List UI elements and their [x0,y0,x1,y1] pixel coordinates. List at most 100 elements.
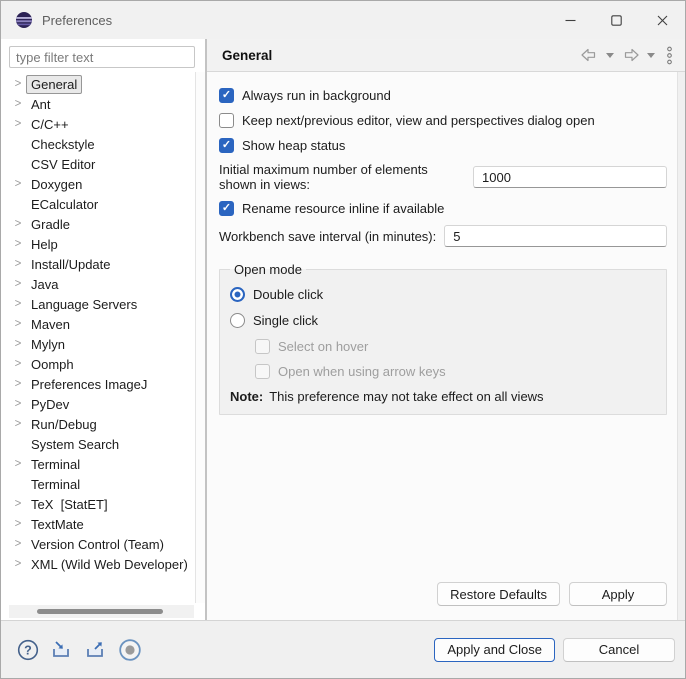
view-menu-icon[interactable] [666,46,673,65]
tree-item-label: Oomph [26,355,79,374]
sidebar-vertical-scrollbar[interactable] [195,72,205,603]
restore-defaults-button[interactable]: Restore Defaults [437,582,560,606]
tree-expander-icon[interactable]: > [10,114,26,134]
save-interval-row: Workbench save interval (in minutes): [219,225,667,247]
content-vertical-scrollbar[interactable] [677,72,685,620]
checkbox-icon [219,88,234,103]
checkbox-show-heap-status[interactable]: Show heap status [219,135,667,155]
radio-double-click[interactable]: Double click [230,284,654,304]
tree-item-maven[interactable]: > Maven [1,314,195,334]
tree-item-terminal[interactable]: Terminal [1,474,195,494]
tree-item-ant[interactable]: > Ant [1,94,195,114]
tree-item-xml-wild-web-developer[interactable]: > XML (Wild Web Developer) [1,554,195,574]
tree-item-help[interactable]: > Help [1,234,195,254]
tree-item-system-search[interactable]: System Search [1,434,195,454]
tree-item-label: Maven [26,315,75,334]
tree-expander-icon[interactable]: > [10,354,26,374]
tree-expander-icon[interactable]: > [10,234,26,254]
tree-expander-icon[interactable]: > [10,294,26,314]
tree-item-java[interactable]: > Java [1,274,195,294]
tree-item-label: TeX [StatET] [26,495,113,514]
tree-expander-icon[interactable]: > [10,274,26,294]
tree-expander-icon[interactable]: > [10,314,26,334]
checkbox-open-arrow-keys: Open when using arrow keys [255,361,654,381]
tree-expander-icon[interactable]: > [10,94,26,114]
cancel-button[interactable]: Cancel [563,638,675,662]
tree-item-oomph[interactable]: > Oomph [1,354,195,374]
tree-item-label: Terminal [26,455,85,474]
tree-expander-icon[interactable]: > [10,494,26,514]
checkbox-icon [219,138,234,153]
tree-item-preferences-imagej[interactable]: > Preferences ImageJ [1,374,195,394]
forward-dropdown-icon[interactable] [647,53,655,58]
checkbox-icon [255,339,270,354]
save-interval-input[interactable] [444,225,667,247]
max-elements-input[interactable] [473,166,667,188]
forward-icon[interactable] [621,48,640,62]
tree-item-ecalculator[interactable]: ECalculator [1,194,195,214]
back-dropdown-icon[interactable] [606,53,614,58]
radio-single-click[interactable]: Single click [230,310,654,330]
checkbox-label: Keep next/previous editor, view and pers… [242,113,595,128]
open-mode-group-title: Open mode [230,262,306,277]
tree-item-checkstyle[interactable]: Checkstyle [1,134,195,154]
sidebar-horizontal-scrollbar[interactable] [9,605,194,618]
tree-item-run-debug[interactable]: > Run/Debug [1,414,195,434]
tree-expander-icon[interactable]: > [10,554,26,574]
tree-item-language-servers[interactable]: > Language Servers [1,294,195,314]
tree-item-label: Install/Update [26,255,116,274]
checkbox-keep-editor-dialog-open[interactable]: Keep next/previous editor, view and pers… [219,110,667,130]
tree-item-label: Help [26,235,63,254]
eclipse-logo-icon [15,11,33,29]
tree-item-pydev[interactable]: > PyDev [1,394,195,414]
tree-item-label: Terminal [26,475,85,494]
tree-item-tex-statet[interactable]: > TeX [StatET] [1,494,195,514]
tree-item-general[interactable]: > General [1,74,195,94]
minimize-button[interactable] [547,1,593,39]
tree-item-version-control-team[interactable]: > Version Control (Team) [1,534,195,554]
checkbox-rename-resource-inline[interactable]: Rename resource inline if available [219,198,667,218]
tree-expander-icon[interactable]: > [10,534,26,554]
tree-expander-icon[interactable]: > [10,374,26,394]
checkbox-icon [219,113,234,128]
tree-expander-icon[interactable]: > [10,394,26,414]
tree-item-gradle[interactable]: > Gradle [1,214,195,234]
preferences-tree: > General > Ant > C/C++ Checkstyle CSV E… [1,72,205,620]
import-preferences-icon[interactable] [50,639,73,660]
tree-item-label: TextMate [26,515,89,534]
note-label: Note: [230,389,263,404]
tree-expander-icon[interactable]: > [10,214,26,234]
tree-item-mylyn[interactable]: > Mylyn [1,334,195,354]
apply-and-close-button[interactable]: Apply and Close [434,638,555,662]
checkbox-always-run-in-background[interactable]: Always run in background [219,85,667,105]
scrollbar-thumb[interactable] [37,609,163,614]
tree-item-textmate[interactable]: > TextMate [1,514,195,534]
open-mode-note: Note:This preference may not take effect… [230,389,654,404]
tree-expander-icon[interactable]: > [10,174,26,194]
tree-expander-icon[interactable]: > [10,514,26,534]
export-preferences-icon[interactable] [84,639,107,660]
tree-item-label: Ant [26,95,56,114]
apply-button[interactable]: Apply [569,582,667,606]
filter-input[interactable] [9,46,195,68]
tree-expander-icon[interactable]: > [10,254,26,274]
preference-recorder-icon[interactable] [118,638,142,662]
tree-item-terminal[interactable]: > Terminal [1,454,195,474]
help-icon[interactable]: ? [17,639,39,661]
tree-item-install-update[interactable]: > Install/Update [1,254,195,274]
tree-expander-icon[interactable]: > [10,454,26,474]
tree-item-label: Checkstyle [26,135,100,154]
tree-expander-icon[interactable]: > [10,334,26,354]
tree-item-doxygen[interactable]: > Doxygen [1,174,195,194]
tree-item-c-c[interactable]: > C/C++ [1,114,195,134]
tree-expander-icon[interactable]: > [10,414,26,434]
filter-wrap [1,39,205,72]
maximize-button[interactable] [593,1,639,39]
back-icon[interactable] [580,48,599,62]
tree-expander-icon[interactable]: > [10,74,26,94]
radio-label: Double click [253,287,323,302]
tree-item-csv-editor[interactable]: CSV Editor [1,154,195,174]
tree-item-label: System Search [26,435,124,454]
close-button[interactable] [639,1,685,39]
tree-item-label: Doxygen [26,175,87,194]
